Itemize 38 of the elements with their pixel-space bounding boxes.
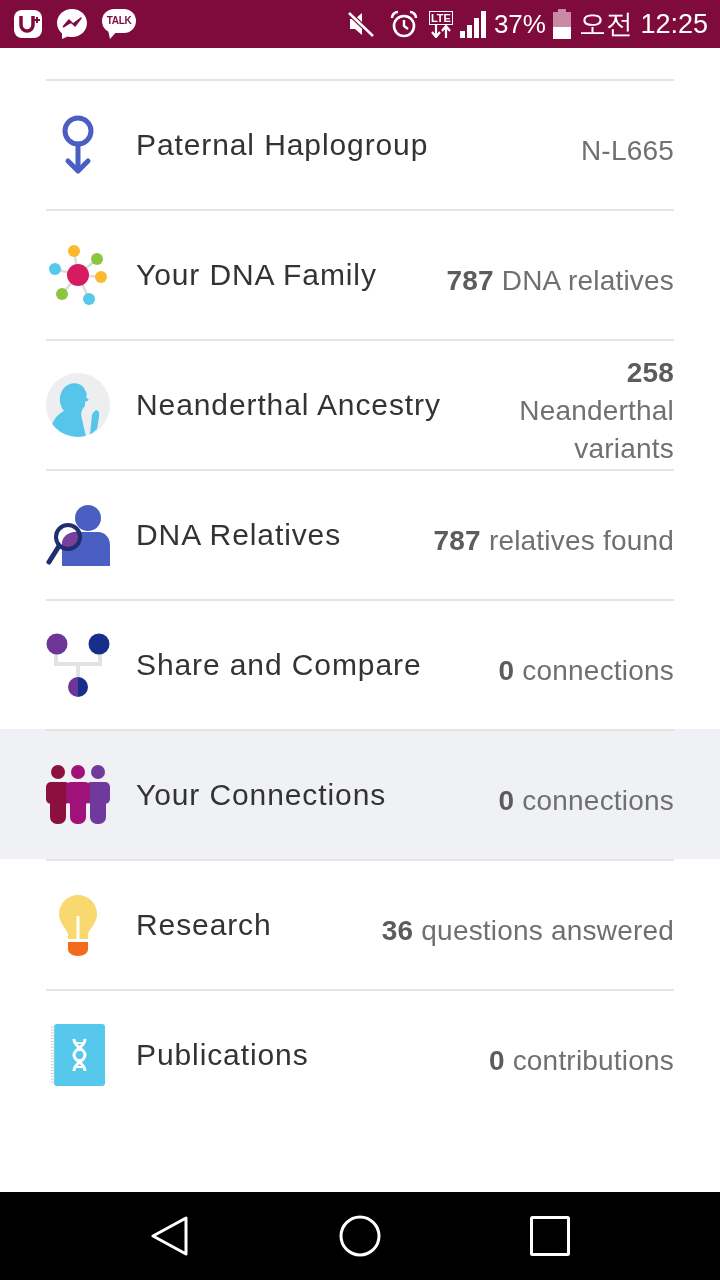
network-type-label: LTE bbox=[428, 10, 453, 25]
back-icon bbox=[151, 1216, 189, 1256]
feature-value: N-L665 bbox=[580, 134, 674, 168]
dna-notebook-icon bbox=[51, 1024, 105, 1086]
chat-bubble-icon bbox=[56, 8, 88, 40]
feature-title: Publications bbox=[136, 1037, 309, 1073]
data-arrows-icon bbox=[429, 24, 452, 38]
profile-silhouette-icon bbox=[46, 373, 110, 437]
feature-row[interactable]: Your Connections 0 connections bbox=[0, 729, 720, 859]
network-dots-icon bbox=[48, 244, 108, 306]
feature-value: 787 DNA relatives bbox=[446, 264, 674, 298]
battery-icon bbox=[552, 9, 571, 39]
feature-value: 0 connections bbox=[498, 784, 674, 818]
feature-value: 0 connections bbox=[498, 654, 674, 688]
three-people-icon bbox=[46, 765, 110, 825]
feature-value: 258 Neanderthal variants bbox=[518, 356, 674, 466]
recents-icon bbox=[530, 1216, 570, 1256]
feature-title: Your Connections bbox=[136, 777, 387, 813]
feature-value: 787 relatives found bbox=[433, 524, 674, 558]
male-symbol-icon bbox=[60, 115, 96, 175]
mute-icon bbox=[346, 10, 375, 38]
merge-dots-icon bbox=[46, 632, 110, 698]
app-logo-icon bbox=[14, 10, 42, 38]
feature-title: DNA Relatives bbox=[136, 517, 342, 553]
feature-title: Paternal Haplogroup bbox=[136, 127, 429, 163]
alarm-icon bbox=[389, 10, 418, 38]
feature-title: Your DNA Family bbox=[136, 257, 377, 293]
feature-value: 36 questions answered bbox=[381, 914, 674, 948]
home-icon bbox=[339, 1215, 381, 1257]
battery-percent: 37% bbox=[493, 11, 546, 37]
feature-title: Neanderthal Ancestry bbox=[136, 387, 441, 423]
feature-title: Share and Compare bbox=[136, 647, 422, 683]
clock-time: 오전 12:25 bbox=[578, 10, 708, 38]
lightbulb-icon bbox=[58, 894, 98, 956]
person-magnifier-icon bbox=[46, 504, 110, 566]
feature-title: Research bbox=[136, 907, 272, 943]
feature-value: 0 contributions bbox=[488, 1044, 674, 1078]
signal-icon bbox=[458, 10, 487, 38]
